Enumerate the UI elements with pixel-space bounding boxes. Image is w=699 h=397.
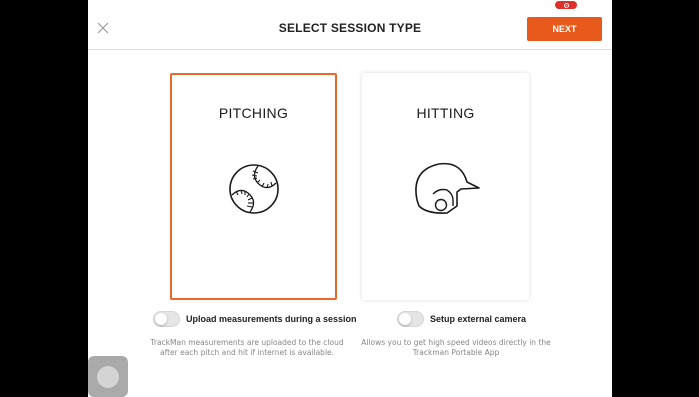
batting-helmet-icon <box>414 162 480 214</box>
pitching-label: PITCHING <box>218 105 289 121</box>
camera-description-line: Allows you to get high speed videos dire… <box>361 338 551 347</box>
assistive-touch-icon <box>97 366 119 388</box>
pitching-card[interactable]: PITCHING <box>170 73 337 300</box>
assistive-touch-button[interactable] <box>88 356 128 397</box>
hitting-card[interactable]: HITTING <box>362 73 529 300</box>
toggle-knob <box>155 313 167 325</box>
record-icon <box>563 2 569 8</box>
hitting-label: HITTING <box>416 105 475 121</box>
upload-description: TrackMan measurements are uploaded to th… <box>142 338 352 358</box>
camera-description: Allows you to get high speed videos dire… <box>356 338 556 358</box>
toggle-switch[interactable] <box>397 311 424 327</box>
modal-header: SELECT SESSION TYPE NEXT <box>88 0 612 50</box>
next-button[interactable]: NEXT <box>527 17 602 41</box>
upload-description-line: TrackMan measurements are uploaded to th… <box>150 338 344 347</box>
upload-description-line: after each pitch and hit if internet is … <box>159 348 335 357</box>
upload-measurements-label: Upload measurements during a session <box>186 314 357 324</box>
external-camera-label: Setup external camera <box>430 314 527 324</box>
baseball-icon <box>228 164 279 214</box>
camera-description-line: Trackman Portable App <box>412 348 500 357</box>
upload-measurements-toggle[interactable]: Upload measurements during a session <box>153 311 357 327</box>
session-type-modal: SELECT SESSION TYPE NEXT PITCHING HITTIN… <box>88 0 612 397</box>
external-camera-toggle[interactable]: Setup external camera <box>397 311 526 327</box>
recording-indicator <box>555 1 577 9</box>
toggle-switch[interactable] <box>153 311 180 327</box>
toggle-knob <box>399 313 411 325</box>
